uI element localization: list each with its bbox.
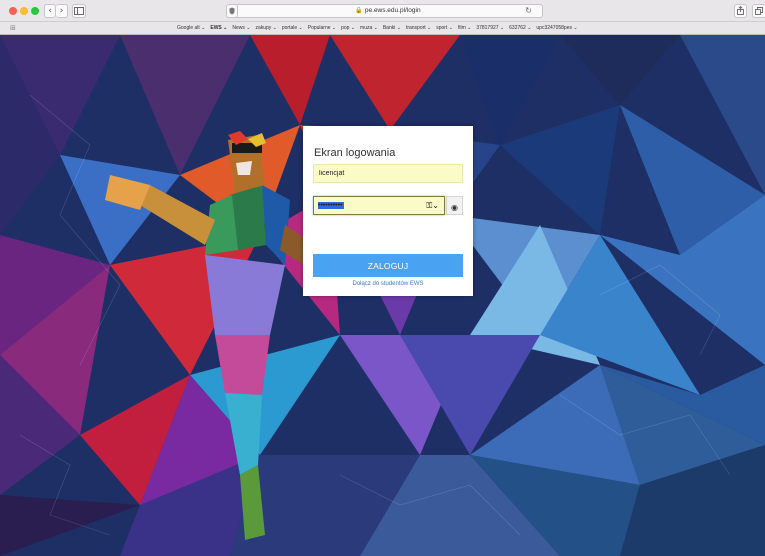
login-button[interactable]: ZALOGUJ	[313, 254, 463, 277]
tabs-icon	[755, 7, 763, 15]
maximize-window-button[interactable]	[31, 7, 39, 15]
password-field[interactable]: ⚿⌄	[313, 196, 445, 215]
bookmark-item[interactable]: Google alt ⌄	[177, 22, 205, 34]
login-card: Ekran logowania ⚿⌄ ◉ ZALOGUJ Dołącz do s…	[303, 126, 473, 296]
lock-icon: 🔒	[355, 8, 363, 14]
grid-icon[interactable]: ⊞	[10, 24, 16, 32]
privacy-shield-icon	[229, 7, 235, 15]
chevron-left-icon: ‹	[48, 6, 52, 16]
chevron-right-icon: ›	[59, 6, 64, 16]
sidebar-icon	[74, 7, 84, 15]
forward-button[interactable]: ›	[56, 4, 68, 18]
share-icon	[737, 5, 744, 15]
eye-icon: ◉	[451, 203, 458, 212]
close-window-button[interactable]	[9, 7, 17, 15]
tabs-overview-button[interactable]	[752, 4, 765, 18]
bookmarks-list: Google alt ⌄ EWS ⌄ News ⌄ zakupy ⌄ portale ⌄…	[177, 22, 578, 34]
bookmark-item[interactable]: sport ⌄	[436, 22, 453, 34]
bookmark-item[interactable]: portale ⌄	[282, 22, 303, 34]
browser-window: ‹ › 🔒 pe.ews.edu.pl/login ↻ ⊞ Google alt…	[0, 0, 765, 556]
bookmark-item[interactable]: News ⌄	[232, 22, 250, 34]
bookmarks-bar: ⊞ Google alt ⌄ EWS ⌄ News ⌄ zakupy ⌄ portale…	[0, 22, 765, 35]
bookmark-item[interactable]: upc3247058pes ⌄	[536, 22, 577, 34]
bookmark-item[interactable]: Popularne ⌄	[308, 22, 336, 34]
address-bar[interactable]: 🔒 pe.ews.edu.pl/login ↻	[233, 4, 543, 18]
address-text: 🔒 pe.ews.edu.pl/login	[234, 5, 542, 17]
username-input[interactable]	[313, 164, 463, 183]
show-password-button[interactable]: ◉	[446, 196, 463, 215]
bookmark-item[interactable]: film ⌄	[458, 22, 471, 34]
bookmark-item[interactable]: transport ⌄	[406, 22, 431, 34]
key-icon[interactable]: ⚿⌄	[426, 199, 439, 212]
bookmark-item[interactable]: muza ⌄	[360, 22, 378, 34]
bookmark-item[interactable]: EWS ⌄	[210, 22, 227, 34]
privacy-report-button[interactable]	[226, 4, 238, 18]
join-students-link[interactable]: Dołącz do studentów EWS	[303, 281, 473, 287]
bookmark-item[interactable]: zakupy ⌄	[255, 22, 276, 34]
address-url: pe.ews.edu.pl/login	[364, 7, 421, 14]
bookmark-item[interactable]: pop ⌄	[341, 22, 355, 34]
login-title: Ekran logowania	[314, 147, 396, 159]
bookmark-item[interactable]: 632762 ⌄	[509, 22, 531, 34]
password-input[interactable]	[318, 200, 418, 211]
bookmark-item[interactable]: 37817927 ⌄	[476, 22, 504, 34]
back-button[interactable]: ‹	[44, 4, 56, 18]
bookmark-item[interactable]: Banki ⌄	[383, 22, 401, 34]
sidebar-button[interactable]	[72, 4, 86, 18]
share-button[interactable]	[734, 4, 747, 18]
minimize-window-button[interactable]	[20, 7, 28, 15]
reload-icon[interactable]: ↻	[525, 5, 532, 17]
browser-toolbar: ‹ › 🔒 pe.ews.edu.pl/login ↻	[0, 0, 765, 22]
